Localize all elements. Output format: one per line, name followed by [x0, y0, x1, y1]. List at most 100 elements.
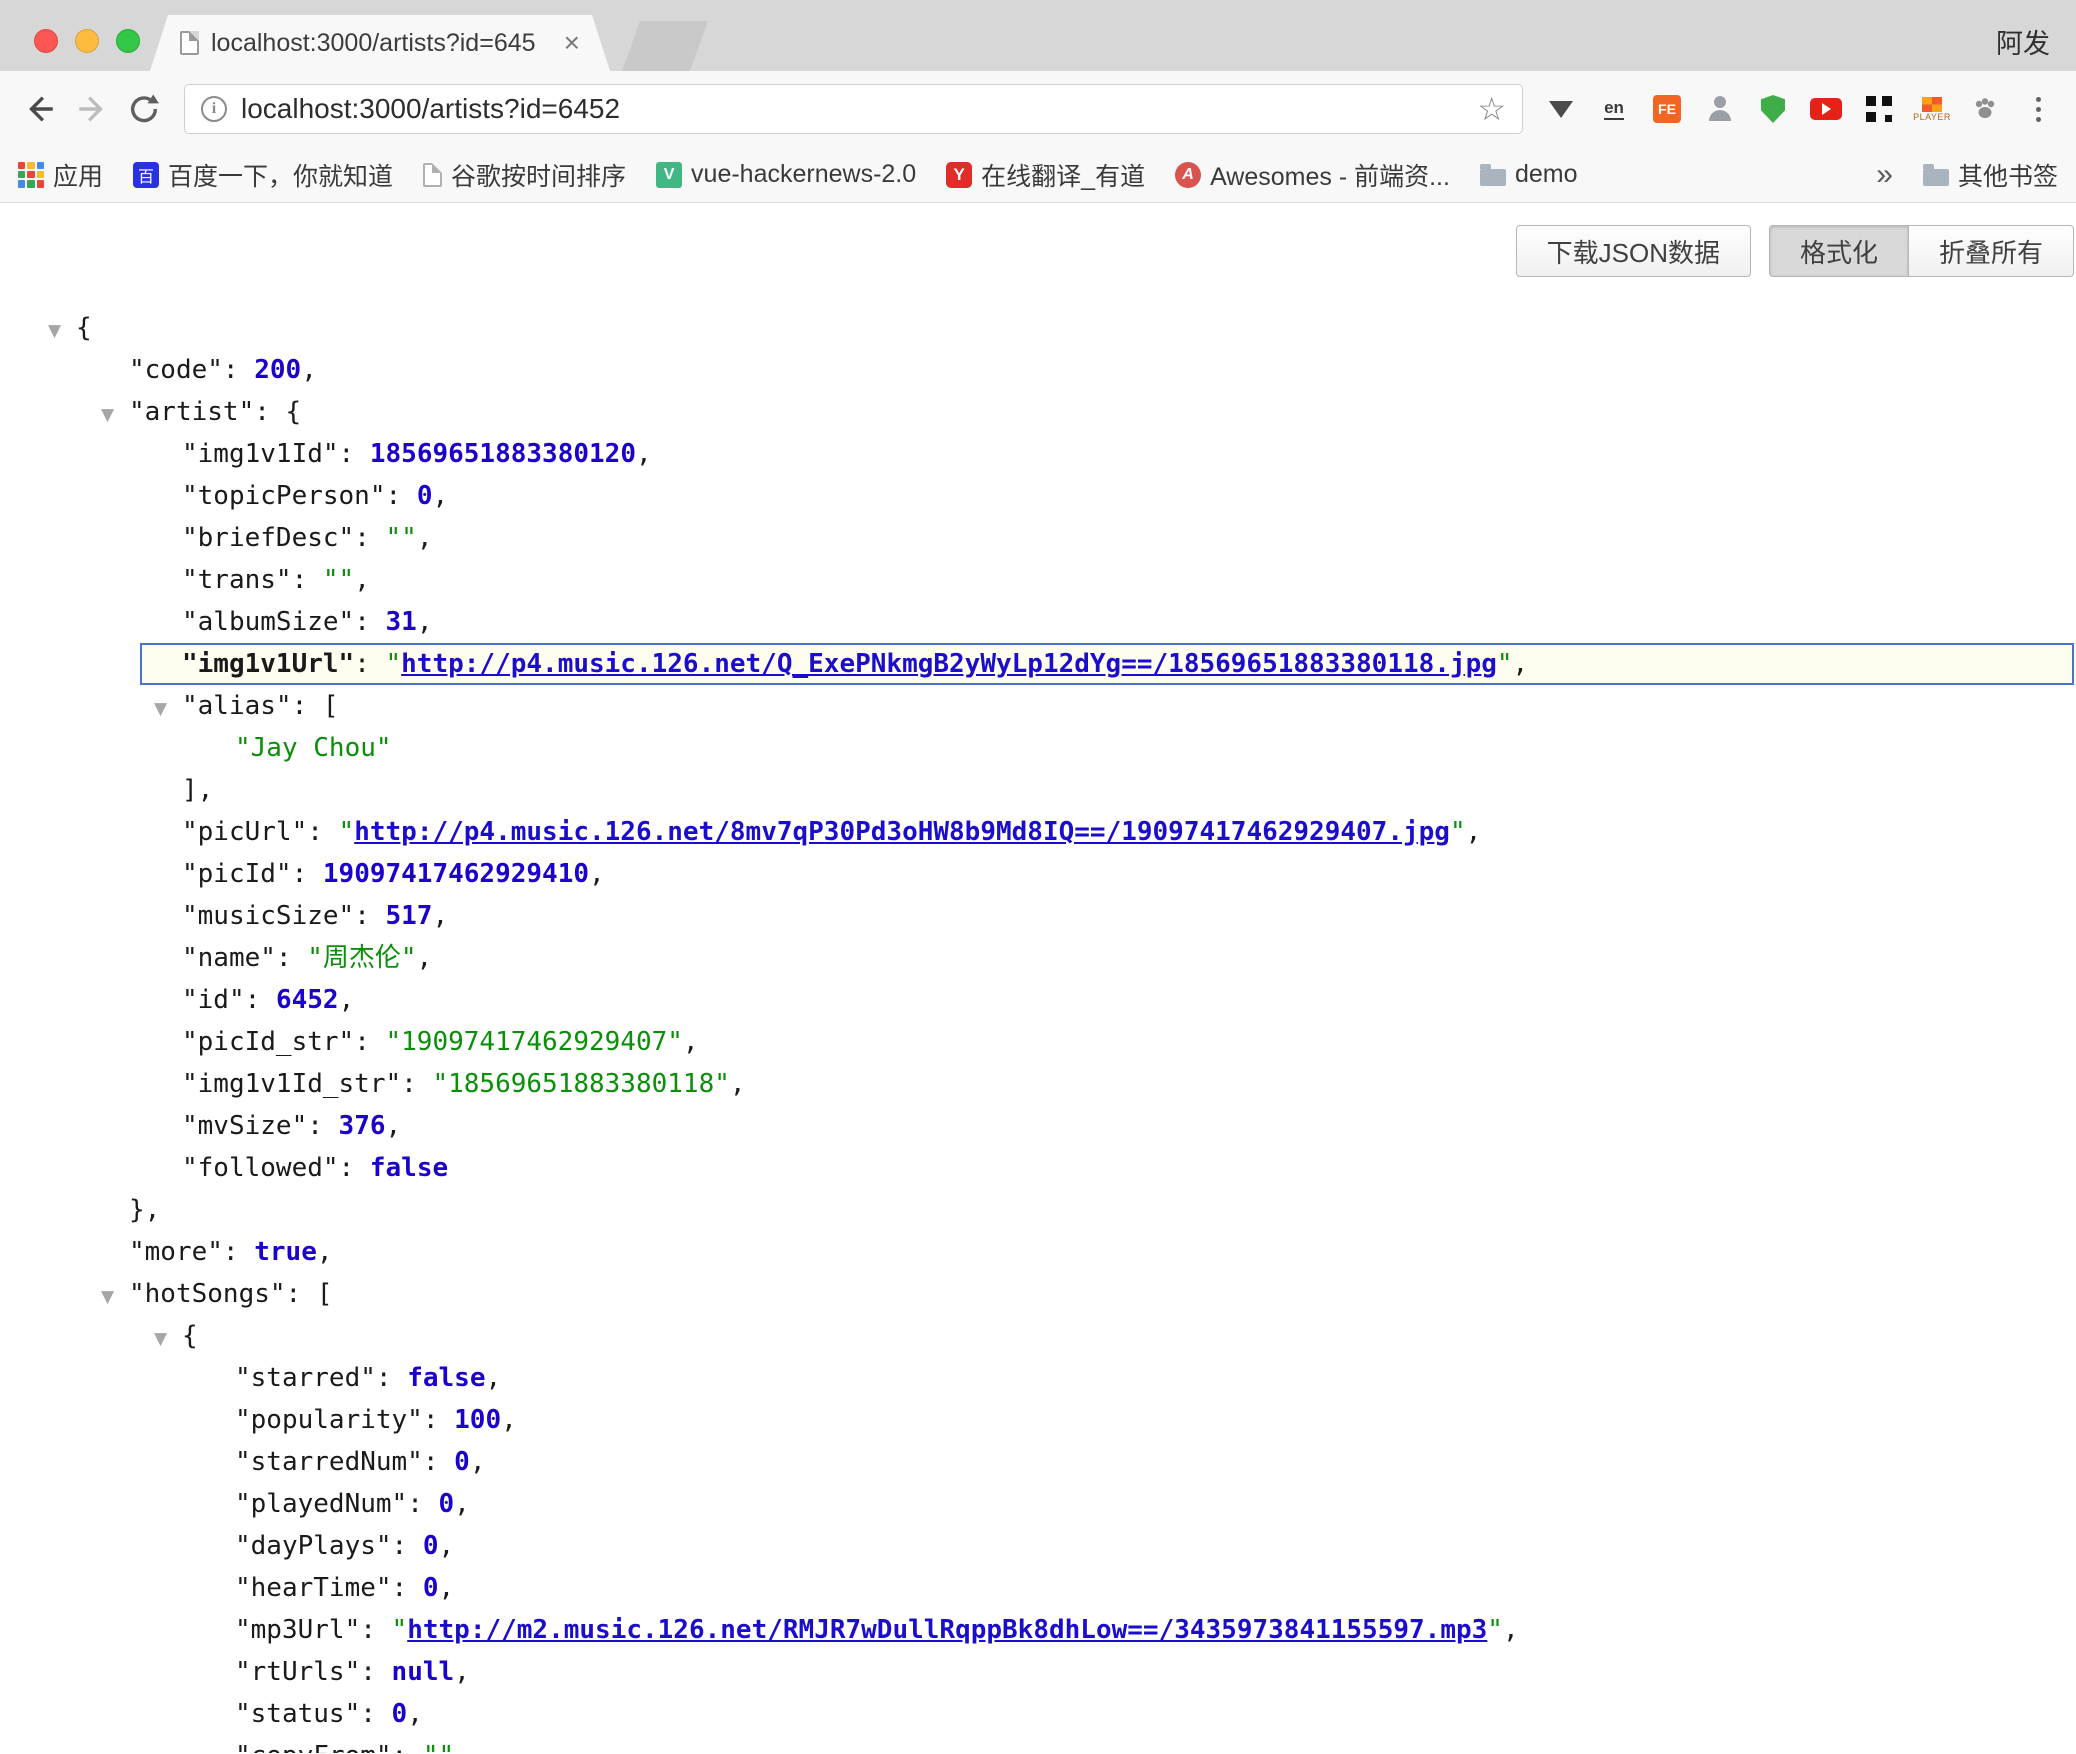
- json-line[interactable]: "img1v1Id_str": "18569651883380118",: [0, 1063, 2076, 1105]
- extension-shield-icon[interactable]: [1753, 86, 1793, 132]
- back-arrow-icon: [23, 92, 57, 126]
- json-line[interactable]: "more": true,: [0, 1231, 2076, 1273]
- json-toolbar: 下载JSON数据 格式化 折叠所有: [1516, 225, 2074, 277]
- extension-profile-icon[interactable]: [1700, 86, 1740, 132]
- json-line[interactable]: "rtUrls": null,: [0, 1651, 2076, 1693]
- url-text[interactable]: localhost:3000/artists?id=6452: [241, 93, 1463, 125]
- json-line[interactable]: "dayPlays": 0,: [0, 1525, 2076, 1567]
- folder-icon: [1480, 169, 1506, 186]
- refresh-button[interactable]: [118, 83, 170, 135]
- zoom-window-button[interactable]: [116, 29, 140, 53]
- collapse-toggle-icon[interactable]: ▼: [48, 310, 76, 352]
- json-line[interactable]: "Jay Chou": [0, 727, 2076, 769]
- awesomes-icon: A: [1175, 162, 1201, 188]
- json-line[interactable]: "playedNum": 0,: [0, 1483, 2076, 1525]
- json-line[interactable]: "img1v1Id": 18569651883380120,: [0, 433, 2076, 475]
- json-line[interactable]: ▼"hotSongs": [: [0, 1273, 2076, 1315]
- address-bar[interactable]: i localhost:3000/artists?id=6452 ☆: [184, 84, 1523, 134]
- extensions-row: en FE PLAYER: [1537, 86, 2062, 132]
- json-line[interactable]: "trans": "",: [0, 559, 2076, 601]
- json-line[interactable]: ▼"artist": {: [0, 391, 2076, 433]
- json-line[interactable]: "img1v1Url": "http://p4.music.126.net/Q_…: [140, 643, 2074, 685]
- bookmark-label: 谷歌按时间排序: [451, 157, 626, 193]
- bookmark-item[interactable]: 百百度一下，你就知道: [133, 157, 393, 193]
- bookmark-item[interactable]: demo: [1480, 160, 1578, 189]
- json-url-link[interactable]: http://p4.music.126.net/8mv7qP30Pd3oHW8b…: [354, 817, 1450, 847]
- bookmark-item[interactable]: Y在线翻译_有道: [946, 157, 1145, 193]
- json-viewer: ▼{"code": 200,▼"artist": {"img1v1Id": 18…: [0, 203, 2076, 1753]
- json-url-link[interactable]: http://p4.music.126.net/Q_ExePNkmgB2yWyL…: [401, 649, 1497, 679]
- collapse-toggle-icon[interactable]: ▼: [101, 1276, 129, 1318]
- extension-translate-icon[interactable]: en: [1594, 86, 1634, 132]
- json-line[interactable]: "albumSize": 31,: [0, 601, 2076, 643]
- tab-close-icon[interactable]: ×: [564, 29, 580, 57]
- json-line[interactable]: "starredNum": 0,: [0, 1441, 2076, 1483]
- navigation-bar: i localhost:3000/artists?id=6452 ☆ en FE…: [0, 71, 2076, 147]
- extension-filter-icon[interactable]: [1541, 86, 1581, 132]
- browser-tab[interactable]: localhost:3000/artists?id=645 ×: [150, 15, 610, 71]
- extension-qr-icon[interactable]: [1859, 86, 1899, 132]
- bookmark-item[interactable]: 应用: [18, 157, 103, 193]
- json-line[interactable]: "musicSize": 517,: [0, 895, 2076, 937]
- window-controls: [34, 29, 140, 53]
- json-line[interactable]: "picUrl": "http://p4.music.126.net/8mv7q…: [0, 811, 2076, 853]
- minimize-window-button[interactable]: [75, 29, 99, 53]
- view-mode-segment: 格式化 折叠所有: [1769, 225, 2074, 277]
- json-line[interactable]: "popularity": 100,: [0, 1399, 2076, 1441]
- json-line[interactable]: "code": 200,: [0, 349, 2076, 391]
- json-line[interactable]: "starred": false,: [0, 1357, 2076, 1399]
- json-line[interactable]: "followed": false: [0, 1147, 2076, 1189]
- json-line[interactable]: ▼{: [0, 1315, 2076, 1357]
- json-line[interactable]: ],: [0, 769, 2076, 811]
- collapse-all-button[interactable]: 折叠所有: [1909, 225, 2074, 277]
- bookmark-item[interactable]: Vvue-hackernews-2.0: [656, 160, 916, 189]
- collapse-toggle-icon[interactable]: ▼: [154, 1318, 182, 1360]
- refresh-icon: [127, 92, 161, 126]
- profile-name[interactable]: 阿发: [1996, 22, 2050, 61]
- other-bookmarks-folder[interactable]: 其他书签: [1923, 157, 2058, 193]
- back-button[interactable]: [14, 83, 66, 135]
- download-json-button[interactable]: 下载JSON数据: [1516, 225, 1751, 277]
- json-line[interactable]: "id": 6452,: [0, 979, 2076, 1021]
- json-line[interactable]: "picId": 19097417462929410,: [0, 853, 2076, 895]
- json-line[interactable]: },: [0, 1189, 2076, 1231]
- json-line[interactable]: "briefDesc": "",: [0, 517, 2076, 559]
- json-line[interactable]: ▼{: [0, 307, 2076, 349]
- json-line[interactable]: "hearTime": 0,: [0, 1567, 2076, 1609]
- bookmark-label: vue-hackernews-2.0: [691, 160, 916, 189]
- json-line[interactable]: "copyFrom": "",: [0, 1735, 2076, 1753]
- json-line[interactable]: "status": 0,: [0, 1693, 2076, 1735]
- format-button[interactable]: 格式化: [1769, 225, 1909, 277]
- vue-icon: V: [656, 162, 682, 188]
- browser-window: localhost:3000/artists?id=645 × 阿发: [0, 0, 2076, 1753]
- bookmark-star-icon[interactable]: ☆: [1477, 93, 1506, 125]
- bookmark-label: 在线翻译_有道: [981, 157, 1145, 193]
- bookmarks-bar: 应用百百度一下，你就知道 谷歌按时间排序 Vvue-hackernews-2.0 Y在…: [0, 147, 2076, 203]
- collapse-toggle-icon[interactable]: ▼: [154, 688, 182, 730]
- bookmark-item[interactable]: AAwesomes - 前端资...: [1175, 157, 1450, 193]
- forward-button[interactable]: [66, 83, 118, 135]
- site-info-icon[interactable]: i: [201, 96, 227, 122]
- extension-fe-icon[interactable]: FE: [1647, 86, 1687, 132]
- json-line[interactable]: "picId_str": "19097417462929407",: [0, 1021, 2076, 1063]
- bookmark-label: 百度一下，你就知道: [168, 157, 393, 193]
- folder-icon: [1923, 169, 1949, 186]
- extension-youtube-icon[interactable]: [1806, 86, 1846, 132]
- new-tab-button[interactable]: [622, 21, 708, 71]
- bookmarks-overflow-icon[interactable]: »: [1876, 158, 1893, 192]
- extension-player-icon[interactable]: PLAYER: [1912, 86, 1952, 132]
- json-line[interactable]: "mp3Url": "http://m2.music.126.net/RMJR7…: [0, 1609, 2076, 1651]
- other-bookmarks-label: 其他书签: [1958, 157, 2058, 193]
- collapse-toggle-icon[interactable]: ▼: [101, 394, 129, 436]
- close-window-button[interactable]: [34, 29, 58, 53]
- page-icon: [423, 163, 442, 187]
- tab-title: localhost:3000/artists?id=645: [211, 29, 552, 58]
- extension-paw-icon[interactable]: [1965, 86, 2005, 132]
- json-line[interactable]: "topicPerson": 0,: [0, 475, 2076, 517]
- json-line[interactable]: "name": "周杰伦",: [0, 937, 2076, 979]
- bookmark-item[interactable]: 谷歌按时间排序: [423, 157, 626, 193]
- json-url-link[interactable]: http://m2.music.126.net/RMJR7wDullRqppBk…: [407, 1615, 1487, 1645]
- json-line[interactable]: "mvSize": 376,: [0, 1105, 2076, 1147]
- json-line[interactable]: ▼"alias": [: [0, 685, 2076, 727]
- browser-menu-icon[interactable]: [2018, 86, 2058, 132]
